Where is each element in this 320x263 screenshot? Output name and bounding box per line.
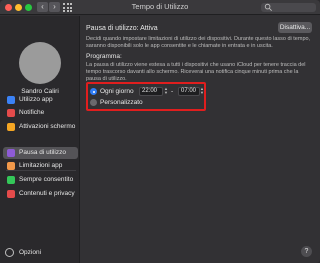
help-button[interactable]: ?	[301, 246, 312, 257]
sidebar-item-label: Sempre consentito	[19, 176, 74, 183]
title-bar: ‹ › Tempo di Utilizzo	[0, 0, 320, 15]
pickups-icon	[7, 123, 15, 131]
sidebar: Sandro Caliri Utilizzo app Notifiche Att…	[0, 16, 80, 263]
options-icon[interactable]	[5, 248, 14, 257]
downtime-description: Decidi quando impostare limitazioni di u…	[86, 36, 311, 49]
sidebar-item-label: Pausa di utilizzo	[19, 149, 66, 156]
downtime-icon	[7, 149, 15, 157]
hourglass-icon	[7, 96, 15, 104]
system-preferences-window: ‹ › Tempo di Utilizzo Sandro Caliri Util…	[0, 0, 320, 263]
sidebar-item-label: Contenuti e privacy	[19, 190, 75, 197]
custom-radio[interactable]	[90, 99, 97, 106]
always-allowed-icon	[7, 176, 15, 184]
sidebar-item-limitazioni-app[interactable]: Limitazioni app	[3, 160, 78, 172]
content-privacy-icon	[7, 190, 15, 198]
sidebar-item-label: Utilizzo app	[19, 96, 53, 103]
disable-button[interactable]: Disattiva...	[278, 22, 312, 33]
sidebar-item-attivazioni-schermo[interactable]: Attivazioni schermo	[3, 121, 78, 133]
avatar[interactable]	[19, 42, 61, 84]
sidebar-item-pausa-di-utilizzo[interactable]: Pausa di utilizzo	[3, 147, 78, 159]
time-separator: -	[171, 88, 174, 95]
sidebar-item-utilizzo-app[interactable]: Utilizzo app	[3, 94, 78, 106]
every-day-label: Ogni giorno	[100, 88, 134, 95]
main-panel: Pausa di utilizzo: Attiva Disattiva... D…	[81, 16, 320, 263]
end-time-field[interactable]: 07:00	[178, 87, 200, 96]
sidebar-item-label: Limitazioni app	[19, 162, 63, 169]
options-button[interactable]: Opzioni	[19, 249, 41, 256]
sidebar-item-sempre-consentito[interactable]: Sempre consentito	[3, 174, 78, 186]
every-day-radio[interactable]	[90, 88, 97, 95]
start-time-field[interactable]: 22:00	[139, 87, 163, 96]
sidebar-item-label: Notifiche	[19, 109, 45, 116]
schedule-title: Programma:	[86, 53, 122, 60]
schedule-description: La pausa di utilizzo viene estesa a tutt…	[86, 62, 306, 82]
search-icon	[264, 3, 272, 11]
sidebar-item-notifiche[interactable]: Notifiche	[3, 107, 78, 119]
app-limits-icon	[7, 162, 15, 170]
custom-label: Personalizzato	[100, 99, 143, 106]
end-time-stepper[interactable]: ▲ ▼	[200, 87, 204, 95]
start-time-stepper[interactable]: ▲ ▼	[164, 87, 168, 95]
sidebar-item-label: Attivazioni schermo	[19, 123, 76, 130]
sidebar-item-contenuti-e-privacy[interactable]: Contenuti e privacy	[3, 188, 78, 200]
notifications-icon	[7, 109, 15, 117]
downtime-status: Pausa di utilizzo: Attiva	[86, 25, 158, 32]
